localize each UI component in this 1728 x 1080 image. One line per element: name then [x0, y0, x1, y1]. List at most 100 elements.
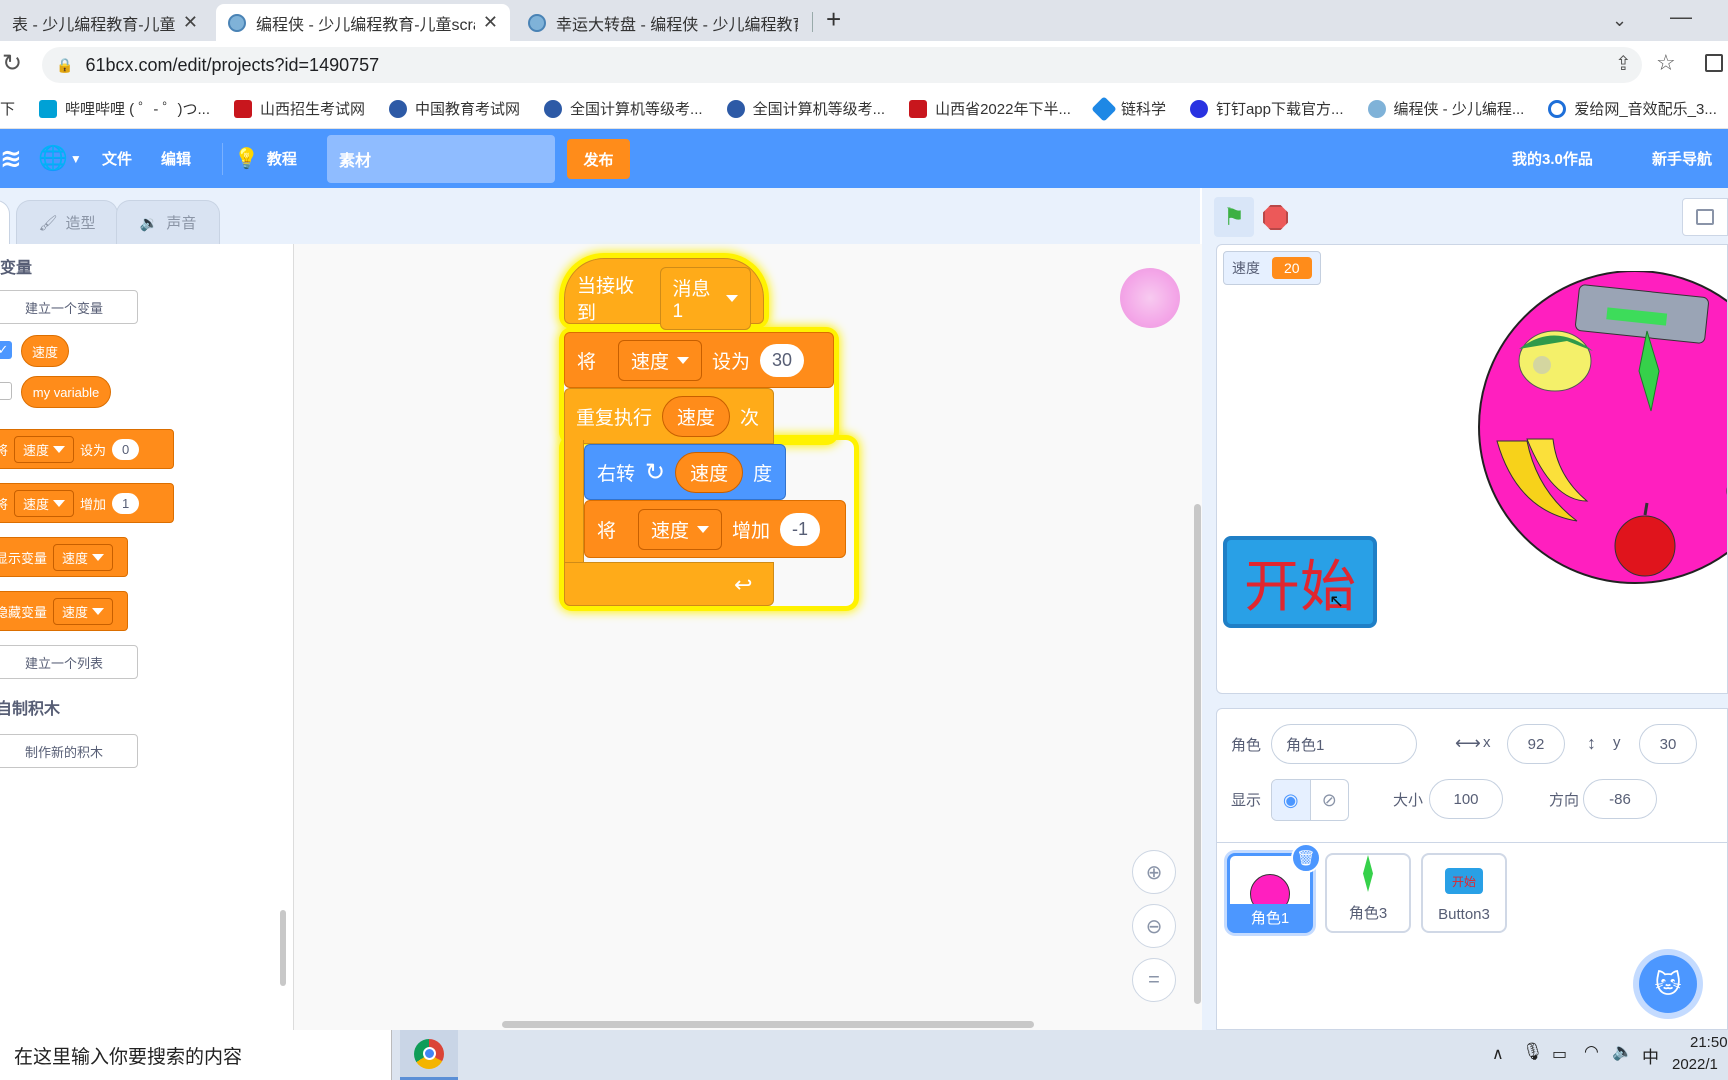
tab-sounds[interactable]: 🔉 声音: [116, 200, 220, 244]
prize-wheel-sprite[interactable]: [1457, 271, 1728, 591]
project-title-input[interactable]: 素材: [327, 135, 555, 183]
minimize-icon[interactable]: —: [1670, 4, 1692, 30]
value-input[interactable]: -1: [780, 512, 821, 546]
guide-link[interactable]: 新手导航: [1652, 129, 1712, 188]
eye-icon[interactable]: ◉: [1272, 780, 1311, 820]
green-flag-icon[interactable]: ⚑: [1214, 197, 1254, 237]
taskbar-chrome-button[interactable]: [400, 1030, 458, 1080]
bookmark-item[interactable]: 编程侠 - 少儿编程...: [1367, 98, 1524, 119]
variable-reporter-speed[interactable]: 速度: [21, 335, 69, 367]
sprite-name-input[interactable]: 角色1: [1271, 724, 1417, 764]
language-globe-icon[interactable]: 🌐 ▼: [38, 129, 82, 188]
side-panel-icon[interactable]: [1705, 54, 1723, 72]
workspace-vertical-scrollbar[interactable]: [1194, 504, 1201, 1004]
eye-off-icon[interactable]: ⊘: [1311, 780, 1349, 820]
bookmark-item[interactable]: 链科学: [1091, 95, 1166, 122]
clock-date[interactable]: 2022/1: [1672, 1056, 1718, 1073]
hide-variable-block[interactable]: 隐藏变量 速度: [0, 591, 128, 631]
show-variable-block[interactable]: 显示变量 速度: [0, 537, 128, 577]
close-icon[interactable]: ✕: [483, 12, 498, 33]
sprite-tile-2[interactable]: 角色3: [1325, 853, 1411, 933]
change-variable-block[interactable]: 将 速度 增加 -1: [584, 500, 846, 558]
y-input[interactable]: 30: [1639, 724, 1697, 764]
bookmark-item[interactable]: 中国教育考试网: [389, 98, 520, 119]
tray-chevron-up-icon[interactable]: ∧: [1492, 1044, 1504, 1064]
browser-tab-2[interactable]: 编程侠 - 少儿编程教育-儿童scratch ✕: [216, 4, 510, 41]
close-icon[interactable]: ✕: [183, 12, 198, 33]
volume-icon[interactable]: 🔈: [1612, 1042, 1633, 1062]
palette-scrollbar[interactable]: [280, 910, 286, 986]
script-workspace[interactable]: 当接收到 消息1 将 速度 设为 30 重复执行 速度 次 ↩ 右转 ↻ 速度 …: [294, 244, 1202, 1030]
variable-reporter[interactable]: 速度: [662, 395, 731, 437]
set-variable-block[interactable]: 将 速度 设为 0: [0, 429, 174, 469]
logo-icon[interactable]: ≋: [0, 129, 22, 188]
when-receive-hat-block[interactable]: 当接收到 消息1: [564, 258, 764, 330]
battery-icon[interactable]: ▭: [1552, 1044, 1567, 1064]
microphone-icon[interactable]: 🎙: [1522, 1042, 1544, 1062]
variable-monitor-speed[interactable]: 速度 20: [1223, 251, 1321, 285]
variable-reporter-my-variable[interactable]: my variable: [21, 376, 111, 408]
variable-dropdown[interactable]: 速度: [53, 597, 114, 625]
variable-dropdown[interactable]: 速度: [618, 339, 703, 381]
zoom-out-icon[interactable]: ⊖: [1132, 904, 1176, 948]
stage-layout-button[interactable]: [1682, 198, 1728, 236]
menu-file[interactable]: 文件: [102, 129, 132, 188]
menu-tutorial[interactable]: 💡 教程: [234, 129, 297, 188]
bookmark-item[interactable]: 哔哩哔哩 ( ゜- ゜)つ...: [39, 98, 210, 119]
checkbox-speed[interactable]: ✓: [0, 341, 12, 359]
turn-right-block[interactable]: 右转 ↻ 速度 度: [584, 444, 786, 500]
publish-button[interactable]: 发布: [567, 139, 630, 179]
variable-dropdown[interactable]: 速度: [53, 543, 114, 571]
wifi-icon[interactable]: ◠: [1584, 1042, 1599, 1062]
bookmark-item[interactable]: 全国计算机等级考...: [544, 98, 703, 119]
value-input[interactable]: 30: [760, 343, 805, 377]
direction-input[interactable]: -86: [1583, 779, 1657, 819]
new-tab-button[interactable]: +: [826, 4, 841, 35]
x-input[interactable]: 92: [1507, 724, 1565, 764]
sprite-tile-3[interactable]: 开始 Button3: [1421, 853, 1507, 933]
bookmark-item[interactable]: 爱给网_音效配乐_3...: [1548, 98, 1717, 119]
bookmark-item[interactable]: 山西省2022年下半...: [909, 98, 1071, 119]
message-dropdown[interactable]: 消息1: [659, 266, 751, 330]
variable-dropdown[interactable]: 速度: [638, 508, 723, 550]
reload-icon[interactable]: ↻: [2, 49, 22, 78]
browser-tab-1[interactable]: 表 - 少儿编程教育-儿童scratch ✕: [0, 4, 210, 41]
my-works-link[interactable]: 我的3.0作品: [1512, 129, 1593, 188]
clock-time[interactable]: 21:50: [1690, 1034, 1728, 1051]
make-variable-button[interactable]: 建立一个变量: [0, 290, 138, 324]
make-block-button[interactable]: 制作新的积木: [0, 734, 138, 768]
zoom-reset-icon[interactable]: =: [1132, 958, 1176, 1002]
bookmark-item[interactable]: 全国计算机等级考...: [726, 98, 885, 119]
url-field[interactable]: 🔒 61bcx.com/edit/projects?id=1490757: [42, 47, 1642, 83]
zoom-in-icon[interactable]: ⊕: [1132, 850, 1176, 894]
change-variable-block[interactable]: 将 速度 增加 1: [0, 483, 174, 523]
set-variable-block[interactable]: 将 速度 设为 30: [564, 332, 834, 388]
bookmark-star-icon[interactable]: ☆: [1656, 50, 1676, 76]
bookmark-item[interactable]: 下: [0, 98, 15, 119]
site-icon: [389, 99, 408, 118]
tab-search-chevron-down-icon[interactable]: ⌄: [1612, 10, 1627, 31]
variable-dropdown[interactable]: 速度: [14, 435, 75, 463]
variable-reporter[interactable]: 速度: [675, 451, 744, 493]
bookmark-item[interactable]: 山西招生考试网: [234, 98, 365, 119]
taskbar-search-input[interactable]: 在这里输入你要搜索的内容: [0, 1030, 392, 1080]
bookmark-item[interactable]: 钉钉app下载官方...: [1189, 98, 1344, 119]
value-input[interactable]: 1: [112, 492, 140, 514]
add-sprite-cat-icon[interactable]: 🐱: [1639, 955, 1697, 1013]
tab-costumes[interactable]: 🖌 造型: [16, 200, 118, 244]
start-button-sprite[interactable]: 开始: [1223, 536, 1377, 628]
value-input[interactable]: 0: [112, 438, 140, 460]
variable-dropdown[interactable]: 速度: [14, 489, 75, 517]
size-input[interactable]: 100: [1429, 779, 1503, 819]
checkbox-my-variable[interactable]: [0, 382, 12, 400]
stop-icon[interactable]: [1263, 205, 1288, 230]
browser-tab-3[interactable]: 幸运大转盘 - 编程侠 - 少儿编程教育: [516, 4, 810, 41]
workspace-horizontal-scrollbar[interactable]: [502, 1021, 1034, 1028]
menu-edit[interactable]: 编辑: [161, 129, 191, 188]
make-list-button[interactable]: 建立一个列表: [0, 645, 138, 679]
stage-canvas[interactable]: 速度 20 开始 ↖: [1216, 244, 1728, 694]
tab-code[interactable]: [0, 200, 10, 244]
delete-trash-icon[interactable]: 🗑: [1291, 843, 1321, 873]
share-icon[interactable]: ⇪: [1615, 51, 1632, 76]
ime-indicator[interactable]: 中: [1642, 1043, 1659, 1068]
